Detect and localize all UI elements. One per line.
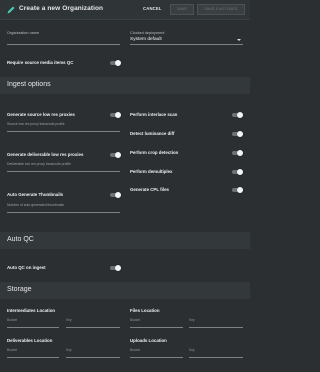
auto-thumb-hint: Number of auto generated thumbnails bbox=[7, 203, 64, 207]
demultiplex-label: Perform demultiplex bbox=[130, 169, 173, 174]
intermediates-key-input[interactable] bbox=[66, 316, 120, 326]
files-key-input[interactable] bbox=[189, 316, 243, 326]
intermediates-bucket-underline bbox=[7, 327, 59, 328]
gen-deliv-proxy-toggle[interactable] bbox=[110, 151, 121, 158]
thumb-count-underline bbox=[7, 212, 120, 213]
interlace-toggle[interactable] bbox=[232, 111, 243, 118]
save-activate-button[interactable]: SAVE & ACTIVATE bbox=[197, 4, 245, 15]
deliv-profile-underline bbox=[7, 171, 120, 172]
files-key-underline bbox=[189, 327, 243, 328]
gen-source-proxy-hint: Source low res proxy transcode profile bbox=[7, 122, 65, 126]
deliverables-key-input[interactable] bbox=[66, 346, 120, 356]
files-label: Files Location bbox=[130, 308, 160, 313]
auto-thumb-label: Auto Generate Thumbnails bbox=[7, 192, 64, 197]
files-bucket-input[interactable] bbox=[130, 316, 183, 326]
require-qc-toggle[interactable] bbox=[110, 59, 121, 66]
org-name-input[interactable] bbox=[7, 34, 120, 43]
storage-section-title: Storage bbox=[7, 286, 32, 293]
crop-toggle[interactable] bbox=[232, 149, 243, 156]
uploads-bucket-underline bbox=[130, 357, 183, 358]
source-profile-underline bbox=[7, 131, 120, 132]
uploads-bucket-input[interactable] bbox=[130, 346, 183, 356]
interlace-label: Perform interlace scan bbox=[130, 112, 178, 117]
gen-source-proxy-toggle[interactable] bbox=[110, 111, 121, 118]
storage-section-header bbox=[0, 282, 250, 299]
cpl-toggle[interactable] bbox=[232, 186, 243, 193]
gen-deliv-proxy-hint: Deliverable low res proxy transcode prof… bbox=[7, 162, 71, 166]
demultiplex-toggle[interactable] bbox=[232, 168, 243, 175]
save-button[interactable]: SAVE bbox=[170, 4, 194, 15]
auto-thumb-toggle[interactable] bbox=[110, 191, 121, 198]
intermediates-bucket-input[interactable] bbox=[7, 316, 59, 326]
cpl-label: Generate CPL files bbox=[130, 187, 169, 192]
ingest-section-title: Ingest options bbox=[7, 81, 51, 88]
intermediates-key-underline bbox=[66, 327, 120, 328]
files-bucket-underline bbox=[130, 327, 183, 328]
autoqc-ingest-label: Auto QC on ingest bbox=[7, 265, 46, 270]
gen-deliv-proxy-label: Generate deliverable low res proxies bbox=[7, 152, 84, 157]
env-select-value: System default bbox=[130, 37, 162, 42]
deliverables-bucket-underline bbox=[7, 357, 59, 358]
pencil-icon bbox=[7, 6, 15, 14]
autoqc-section-title: Auto QC bbox=[7, 236, 34, 243]
autoqc-ingest-toggle[interactable] bbox=[110, 264, 121, 271]
luminance-toggle[interactable] bbox=[232, 130, 243, 137]
env-underline bbox=[130, 44, 243, 45]
uploads-label: Uploads Location bbox=[130, 338, 167, 343]
deliverables-key-underline bbox=[66, 357, 120, 358]
dialog-header: Create a new Organization CANCEL SAVE SA… bbox=[0, 0, 250, 20]
crop-label: Perform crop detection bbox=[130, 150, 179, 155]
require-qc-label: Require source media items QC bbox=[7, 60, 74, 65]
org-name-underline bbox=[7, 44, 120, 45]
dialog-title: Create a new Organization bbox=[19, 5, 104, 12]
intermediates-label: Intermediates Location bbox=[7, 308, 56, 313]
uploads-key-input[interactable] bbox=[189, 346, 243, 356]
luminance-label: Detect luminance diff bbox=[130, 131, 175, 136]
uploads-key-underline bbox=[189, 357, 243, 358]
deliverables-bucket-input[interactable] bbox=[7, 346, 59, 356]
gen-source-proxy-label: Generate source low res proxies bbox=[7, 112, 75, 117]
chevron-down-icon bbox=[237, 39, 241, 41]
env-label: Clocked deployment bbox=[130, 31, 165, 35]
env-select[interactable]: System default bbox=[130, 36, 243, 44]
autoqc-section-header bbox=[0, 232, 250, 249]
cancel-button[interactable]: CANCEL bbox=[143, 6, 162, 11]
deliverables-label: Deliverables Location bbox=[7, 338, 53, 343]
